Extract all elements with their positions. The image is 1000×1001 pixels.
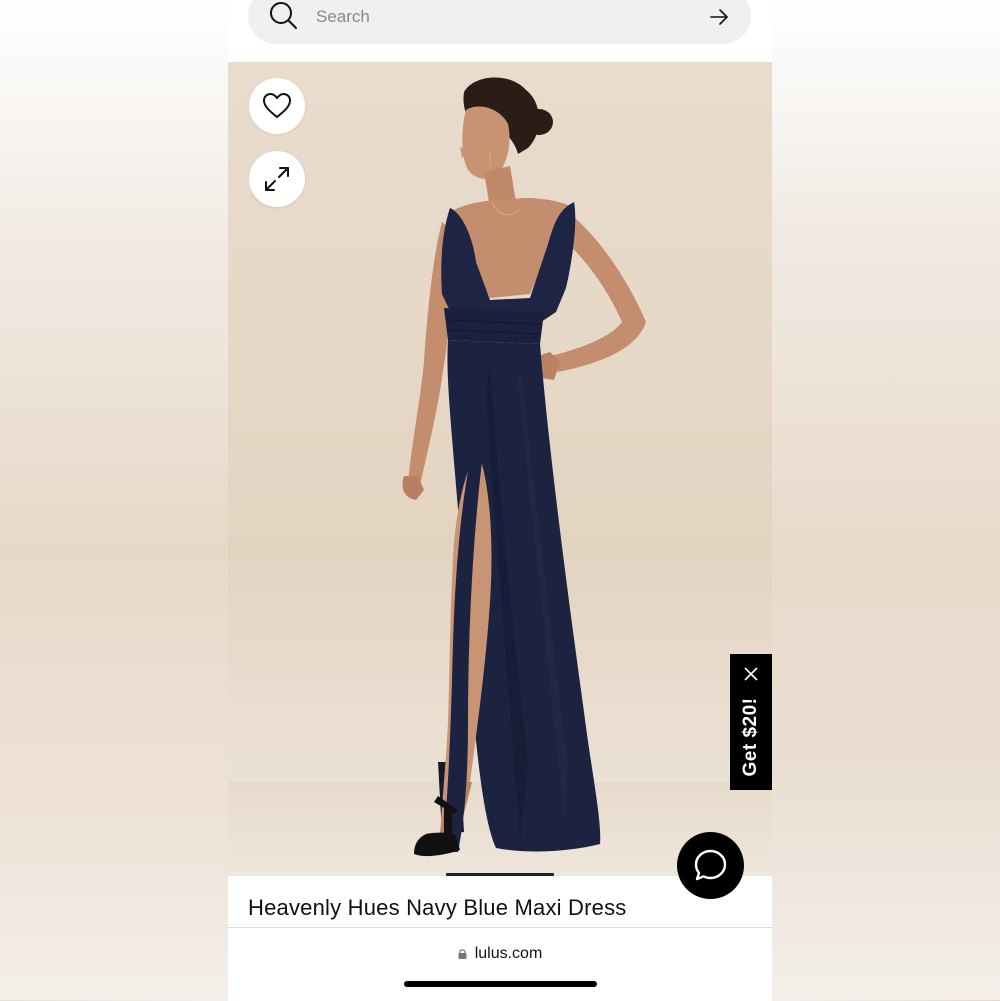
- expand-icon: [265, 167, 289, 191]
- wishlist-button[interactable]: [249, 78, 305, 134]
- search-icon: [270, 2, 297, 29]
- chat-button[interactable]: [677, 832, 744, 899]
- promo-tab[interactable]: Get $20!: [730, 654, 772, 790]
- browser-url-bar[interactable]: lulus.com: [228, 927, 772, 1001]
- arrow-right-icon[interactable]: [708, 6, 730, 28]
- product-title: Heavenly Hues Navy Blue Maxi Dress: [248, 895, 627, 920]
- background-blur-left: [0, 0, 228, 1000]
- search-input[interactable]: [314, 2, 698, 32]
- product-image[interactable]: Get $20!: [228, 62, 772, 876]
- url-text[interactable]: lulus.com: [475, 945, 543, 962]
- background-blur-right: [772, 0, 1000, 1000]
- promo-label[interactable]: Get $20!: [740, 698, 762, 777]
- slide-indicator: [446, 873, 554, 876]
- model-photo: [402, 77, 646, 857]
- chat-bubble-icon: [694, 849, 727, 881]
- close-icon[interactable]: [743, 666, 759, 682]
- phone-screen: Get $20! Heavenly Hues Navy Blue Maxi Dr…: [228, 0, 772, 1001]
- zoom-button[interactable]: [249, 151, 305, 207]
- lock-icon: [458, 949, 467, 959]
- search-bar[interactable]: [248, 0, 751, 44]
- home-indicator[interactable]: [404, 981, 597, 987]
- heart-icon: [263, 93, 291, 118]
